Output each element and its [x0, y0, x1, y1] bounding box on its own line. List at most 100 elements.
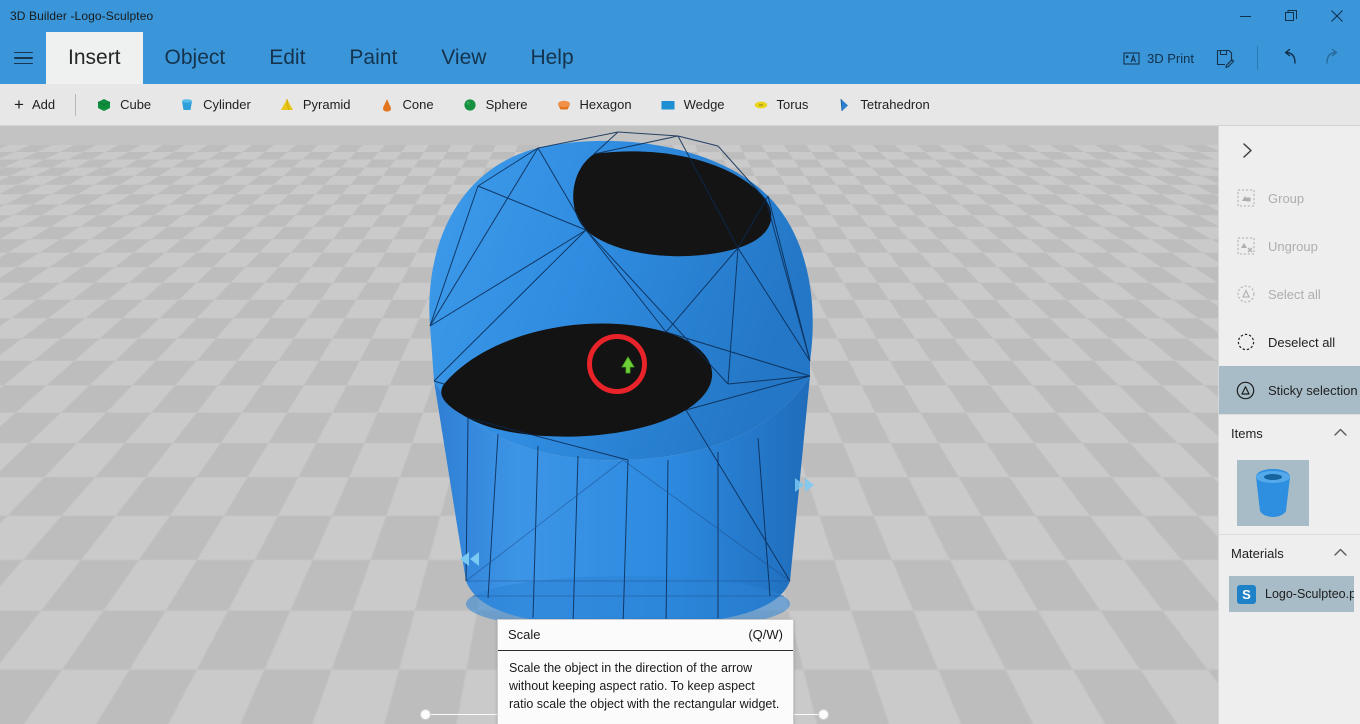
- shape-pyramid-button[interactable]: Pyramid: [265, 84, 365, 126]
- select-all-label: Select all: [1268, 286, 1321, 302]
- save-as-button[interactable]: [1206, 39, 1245, 77]
- cube-label: Cube: [120, 97, 152, 112]
- app-window: 3D Builder -Logo-Sculpteo Insert Object …: [0, 0, 1360, 724]
- insert-ribbon: + Add Cube Cylinder Pyramid Cone Sphere …: [0, 84, 1360, 126]
- 3d-print-button[interactable]: 3D Print: [1113, 39, 1204, 77]
- items-list: [1219, 452, 1360, 534]
- 3d-print-label: 3D Print: [1147, 50, 1194, 66]
- torus-label: Torus: [776, 97, 809, 112]
- material-item-logo-sculpteo[interactable]: S Logo-Sculpteo.p...: [1229, 576, 1354, 612]
- tab-object-label: Object: [164, 46, 226, 69]
- close-button[interactable]: [1314, 0, 1360, 32]
- minimize-button[interactable]: [1222, 0, 1268, 32]
- scale-tooltip-body: Scale the object in the direction of the…: [509, 661, 780, 711]
- tab-view[interactable]: View: [419, 32, 508, 84]
- hexagon-label: Hexagon: [579, 97, 632, 112]
- annotation-circle-scale-handle: [587, 334, 647, 394]
- shape-torus-button[interactable]: Torus: [739, 84, 823, 126]
- wedge-label: Wedge: [683, 97, 725, 112]
- pyramid-label: Pyramid: [302, 97, 351, 112]
- deselect-all-icon: [1236, 333, 1255, 352]
- torus-icon: [753, 97, 769, 113]
- selection-handle-left[interactable]: [420, 709, 431, 720]
- cone-icon: [379, 97, 395, 113]
- tab-edit-label: Edit: [269, 46, 306, 69]
- panel-expand-button[interactable]: [1219, 126, 1360, 174]
- 3d-viewport[interactable]: 250 mm 50 0 mm 50 mm 150 mm 200 mm 250 m…: [0, 126, 1218, 724]
- shape-cylinder-button[interactable]: Cylinder: [165, 84, 265, 126]
- items-section-header[interactable]: Items: [1219, 414, 1360, 452]
- ribbon-divider: [75, 93, 77, 116]
- selection-handle-right[interactable]: [818, 709, 829, 720]
- tab-insert-label: Insert: [68, 46, 121, 69]
- group-button[interactable]: Group: [1219, 174, 1360, 222]
- materials-section-header[interactable]: Materials: [1219, 534, 1360, 572]
- shape-wedge-button[interactable]: Wedge: [646, 84, 739, 126]
- sphere-label: Sphere: [485, 97, 528, 112]
- chevron-right-icon: [1243, 142, 1252, 158]
- tab-edit[interactable]: Edit: [247, 32, 327, 84]
- wedge-icon: [660, 97, 676, 113]
- undo-icon: [1280, 48, 1300, 68]
- add-button[interactable]: + Add: [0, 84, 69, 126]
- ungroup-button[interactable]: Ungroup: [1219, 222, 1360, 270]
- item-thumbnail-vase[interactable]: [1237, 460, 1309, 526]
- pyramid-icon: [279, 97, 295, 113]
- deselect-all-button[interactable]: Deselect all: [1219, 318, 1360, 366]
- tab-paint[interactable]: Paint: [327, 32, 419, 84]
- menu-bar: Insert Object Edit Paint View Help 3D Pr…: [0, 32, 1360, 84]
- tab-help[interactable]: Help: [508, 32, 595, 84]
- cube-icon: [96, 97, 112, 113]
- tetrahedron-icon: [836, 97, 852, 113]
- cylinder-icon: [179, 97, 195, 113]
- scale-tooltip-title: Scale: [508, 627, 541, 642]
- window-title: 3D Builder -Logo-Sculpteo: [10, 9, 154, 23]
- cone-label: Cone: [402, 97, 434, 112]
- material-item-label: Logo-Sculpteo.p...: [1265, 587, 1354, 601]
- shape-sphere-button[interactable]: Sphere: [448, 84, 542, 126]
- title-bar: 3D Builder -Logo-Sculpteo: [0, 0, 1360, 32]
- material-swatch-icon: S: [1237, 584, 1256, 604]
- menu-right-actions: 3D Print: [1113, 32, 1360, 84]
- deselect-all-label: Deselect all: [1268, 334, 1336, 350]
- tab-paint-label: Paint: [349, 46, 398, 69]
- shape-cone-button[interactable]: Cone: [365, 84, 448, 126]
- sphere-icon: [462, 97, 478, 113]
- undo-button[interactable]: [1270, 39, 1310, 77]
- scale-tooltip-shortcut: (Q/W): [748, 627, 783, 642]
- materials-section-label: Materials: [1231, 546, 1284, 561]
- tab-view-label: View: [441, 46, 487, 69]
- hexagon-icon: [556, 97, 572, 113]
- scale-tooltip-header: Scale (Q/W): [498, 620, 793, 651]
- tab-help-label: Help: [530, 46, 574, 69]
- shape-cube-button[interactable]: Cube: [82, 84, 165, 126]
- save-as-icon: [1216, 49, 1235, 68]
- shape-tetrahedron-button[interactable]: Tetrahedron: [822, 84, 943, 126]
- tab-insert[interactable]: Insert: [46, 32, 143, 84]
- scale-tooltip: Scale (Q/W) Scale the object in the dire…: [497, 619, 794, 724]
- hamburger-menu-icon[interactable]: [0, 32, 46, 84]
- toolbar-divider: [1257, 46, 1258, 70]
- select-all-icon: [1236, 285, 1255, 304]
- maximize-button[interactable]: [1268, 0, 1314, 32]
- sticky-selection-label: Sticky selection: [1268, 382, 1358, 398]
- redo-icon: [1322, 48, 1342, 68]
- select-all-button[interactable]: Select all: [1219, 270, 1360, 318]
- tetrahedron-label: Tetrahedron: [860, 97, 930, 112]
- cylinder-label: Cylinder: [203, 97, 251, 112]
- ungroup-icon: [1236, 237, 1255, 256]
- add-label: Add: [31, 97, 56, 112]
- group-icon: [1236, 189, 1255, 208]
- items-section-label: Items: [1231, 426, 1263, 441]
- group-label: Group: [1268, 190, 1305, 206]
- right-panel: Group Ungroup Select all Deselect all St…: [1218, 126, 1360, 724]
- redo-button[interactable]: [1312, 39, 1352, 77]
- tab-object[interactable]: Object: [143, 32, 248, 84]
- plus-icon: +: [14, 95, 24, 114]
- chevron-up-icon: [1333, 425, 1348, 443]
- sticky-selection-button[interactable]: Sticky selection: [1219, 366, 1360, 414]
- vase-thumbnail-icon: [1256, 469, 1290, 517]
- ungroup-label: Ungroup: [1268, 238, 1318, 254]
- 3d-print-icon: [1123, 50, 1140, 67]
- shape-hexagon-button[interactable]: Hexagon: [542, 84, 646, 126]
